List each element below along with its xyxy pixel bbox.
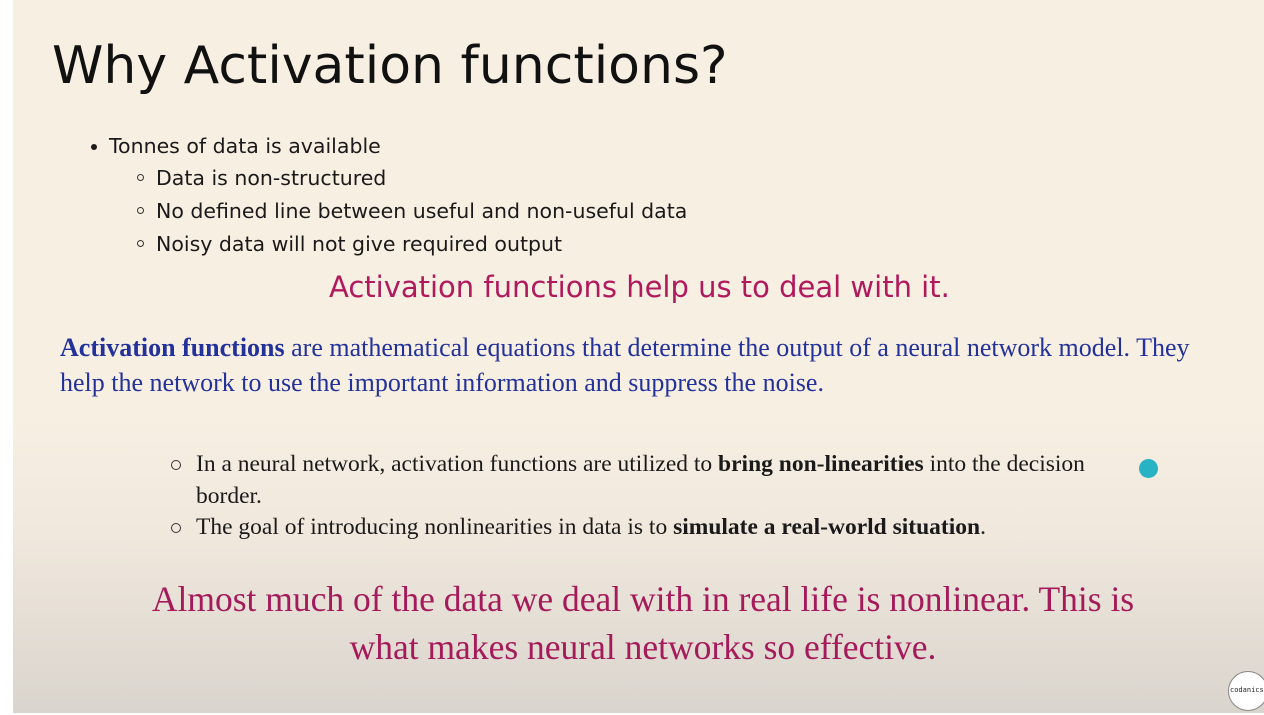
point-item: The goal of introducing nonlinearities i…	[171, 511, 1131, 543]
bullet-list: Tonnes of data is available Data is non-…	[91, 131, 687, 260]
logo: codanics	[1228, 671, 1264, 711]
point-item: In a neural network, activation function…	[171, 448, 1111, 512]
sub-bullet-text: No defined line between useful and non-u…	[156, 198, 688, 223]
point-text-bold: bring non-linearities	[718, 451, 924, 477]
point-ring-icon	[171, 523, 181, 533]
callout-top: Activation functions help us to deal wit…	[329, 270, 950, 304]
definition-term: Activation functions	[60, 333, 285, 362]
slide-title: Why Activation functions?	[52, 36, 728, 96]
bullet-dot-icon	[91, 143, 97, 150]
point-text: The goal of introducing nonlinearities i…	[196, 511, 1131, 543]
callout-bottom: Almost much of the data we deal with in …	[151, 579, 1135, 667]
point-text-normal: In a neural network, activation function…	[196, 451, 719, 477]
logo-text: codanics	[1230, 686, 1264, 694]
point-text-normal: .	[980, 514, 986, 540]
bullet-text: Tonnes of data is available	[109, 134, 381, 158]
sub-bullet-item: No defined line between useful and non-u…	[137, 194, 687, 227]
pointer-cursor-icon	[1139, 459, 1158, 478]
sub-bullet-item: Noisy data will not give required output	[137, 227, 687, 260]
sub-bullet-text: Noisy data will not give required output	[156, 231, 563, 256]
point-ring-icon	[171, 460, 181, 470]
point-text: In a neural network, activation function…	[196, 448, 1111, 512]
sub-bullet-ring-icon	[137, 240, 144, 247]
sub-bullet-ring-icon	[137, 174, 144, 181]
sub-bullet-text: Data is non-structured	[156, 165, 387, 190]
point-text-bold: simulate a real-world situation	[673, 514, 981, 540]
bullet-item: Tonnes of data is available	[91, 131, 687, 161]
slide: Why Activation functions? Tonnes of data…	[13, 0, 1264, 713]
sub-bullet-item: Data is non-structured	[137, 161, 687, 194]
sub-bullet-ring-icon	[137, 207, 144, 214]
point-text-normal: The goal of introducing nonlinearities i…	[196, 514, 674, 540]
definition-paragraph: Activation functions are mathematical eq…	[60, 330, 1220, 400]
